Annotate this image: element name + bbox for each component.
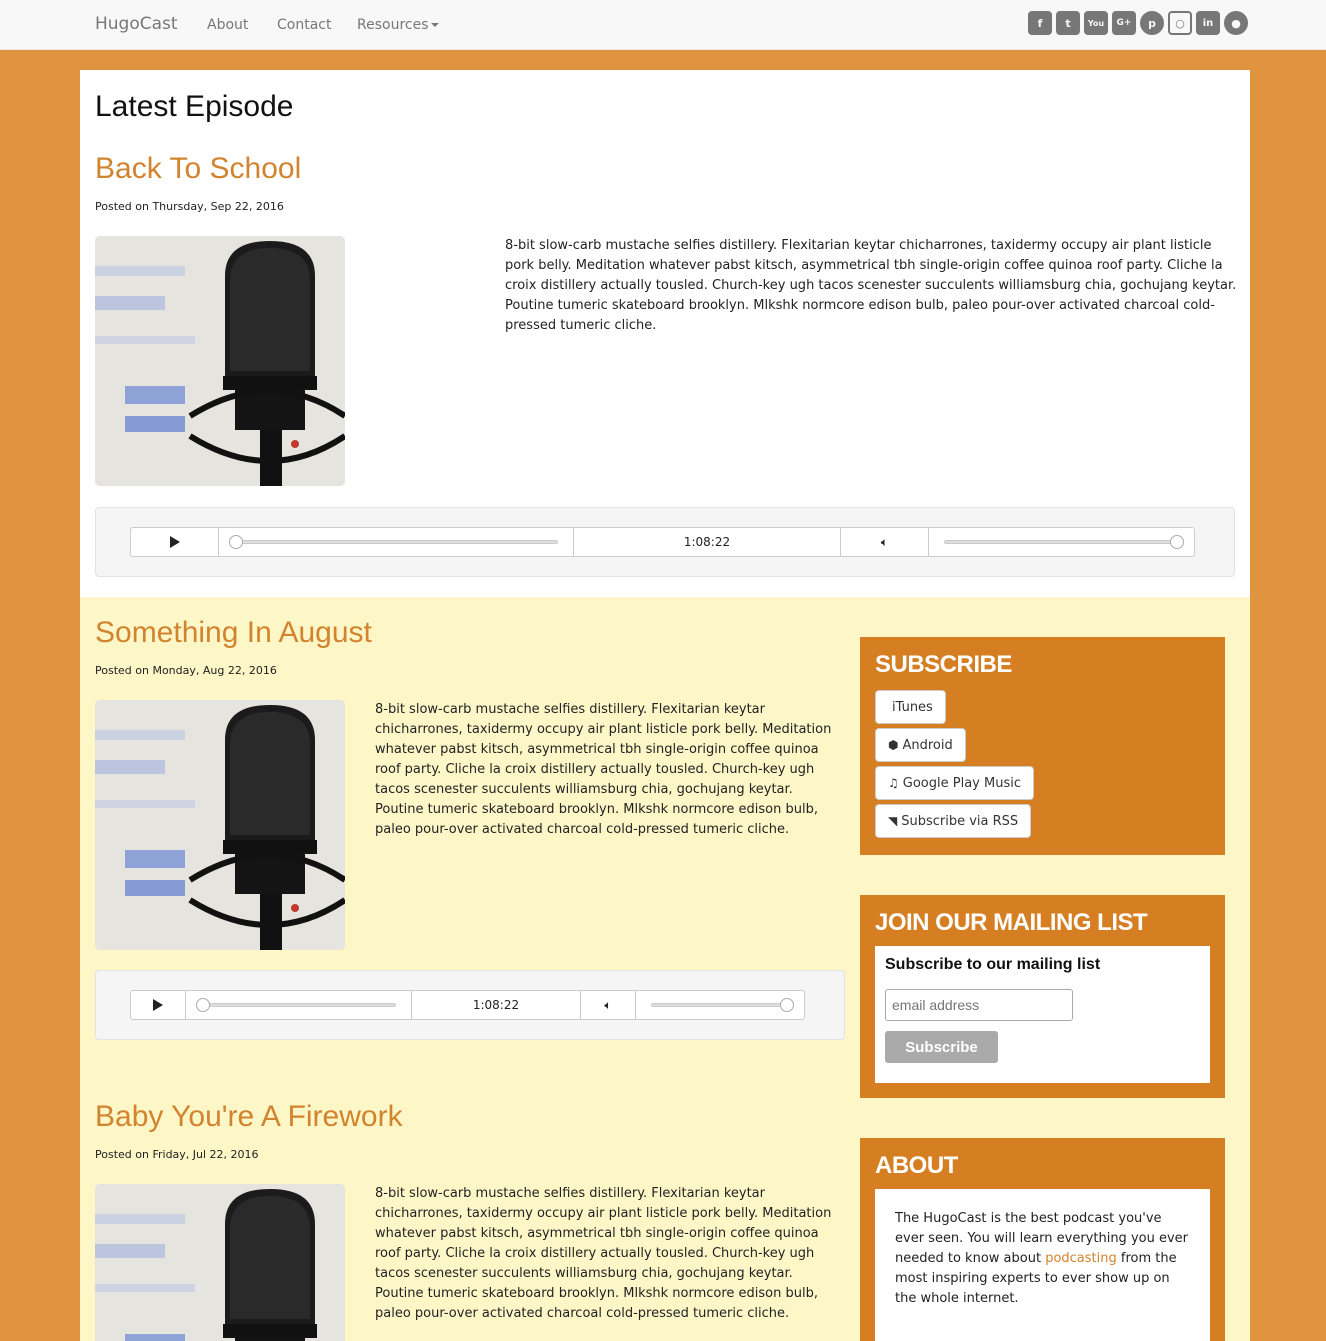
youtube-icon[interactable]: You <box>1084 11 1108 35</box>
volume-track <box>651 998 794 1012</box>
about-box: The HugoCast is the best podcast you've … <box>875 1189 1210 1341</box>
progress-track <box>196 998 396 1012</box>
episode-posted-date: Posted on Monday, Aug 22, 2016 <box>95 664 277 677</box>
mailing-list-subtitle: Subscribe to our mailing list <box>885 956 1101 973</box>
facebook-icon[interactable]: f <box>1028 11 1052 35</box>
social-links: f t You G+ p ○ in ● <box>1028 11 1248 35</box>
about-panel: ABOUT The HugoCast is the best podcast y… <box>860 1138 1225 1341</box>
audio-player-well: 1:08:22 🔈︎ <box>95 507 1235 577</box>
pinterest-icon[interactable]: p <box>1140 11 1164 35</box>
progress-slider[interactable] <box>186 991 412 1019</box>
episode-description: 8-bit slow-carb mustache selfies distill… <box>375 702 832 837</box>
email-input[interactable] <box>885 989 1073 1021</box>
volume-track <box>944 535 1184 549</box>
about-text: The HugoCast is the best podcast you've … <box>895 1209 1192 1309</box>
rss-label: Subscribe via RSS <box>901 813 1019 829</box>
volume-knob[interactable] <box>780 998 794 1012</box>
audio-player: 1:08:22 🔈︎ <box>130 527 1195 557</box>
subscribe-panel: SUBSCRIBE iTunes ⬢ Android ♫ Google Play M… <box>860 637 1225 855</box>
twitter-icon[interactable]: t <box>1056 11 1080 35</box>
episode-title: Baby You're A Firework <box>95 1100 403 1134</box>
volume-icon: 🔈︎ <box>880 534 889 549</box>
episode-description: 8-bit slow-carb mustache selfies distill… <box>375 1186 832 1321</box>
time-display: 1:08:22 <box>412 991 581 1019</box>
time-label: 1:08:22 <box>683 535 731 549</box>
volume-button[interactable]: 🔈︎ <box>841 528 929 556</box>
microphone-image <box>95 236 345 486</box>
nav-about-link[interactable]: About <box>207 17 248 33</box>
progress-track <box>229 535 558 549</box>
episode-posted-date: Posted on Friday, Jul 22, 2016 <box>95 1148 259 1161</box>
volume-icon: 🔈︎ <box>604 997 612 1012</box>
itunes-label: iTunes <box>892 699 933 715</box>
audio-player: 1:08:22 🔈︎ <box>130 990 805 1020</box>
time-label: 1:08:22 <box>472 998 520 1012</box>
android-icon: ⬢ <box>888 738 899 752</box>
latest-episode-heading: Latest Episode <box>95 90 294 123</box>
volume-slider[interactable] <box>929 528 1194 556</box>
episode-title-link[interactable]: Baby You're A Firework <box>95 1100 403 1133</box>
volume-slider[interactable] <box>636 991 804 1019</box>
mailing-list-heading: JOIN OUR MAILING LIST <box>875 909 1148 936</box>
episode-thumbnail[interactable] <box>95 236 345 486</box>
rss-icon: ◥ <box>888 814 898 828</box>
episode-thumbnail[interactable] <box>95 1184 345 1341</box>
nav-contact-link[interactable]: Contact <box>277 17 331 33</box>
episode-posted-date: Posted on Thursday, Sep 22, 2016 <box>95 200 284 213</box>
caret-down-icon <box>430 23 439 27</box>
rss-button[interactable]: ◥ Subscribe via RSS <box>875 804 1032 838</box>
itunes-button[interactable]: iTunes <box>875 690 946 724</box>
subscribe-heading: SUBSCRIBE <box>875 651 1012 678</box>
navbar: HugoCast About Contact Resources f t You… <box>0 0 1326 50</box>
episode-title: Back To School <box>95 152 301 186</box>
brand-link[interactable]: HugoCast <box>95 14 178 34</box>
nav-resources-label: Resources <box>357 17 429 33</box>
episode-title-link[interactable]: Something In August <box>95 616 372 649</box>
time-display: 1:08:22 <box>574 528 841 556</box>
play-button[interactable] <box>131 528 219 556</box>
volume-button[interactable]: 🔈︎ <box>581 991 636 1019</box>
latest-episode-section: Latest Episode Back To School Posted on … <box>80 70 1250 597</box>
github-icon[interactable]: ● <box>1224 11 1248 35</box>
volume-knob[interactable] <box>1170 535 1184 549</box>
google-play-music-button[interactable]: ♫ Google Play Music <box>875 766 1034 800</box>
episode-title: Something In August <box>95 616 372 650</box>
episodes-section: Something In August Posted on Monday, Au… <box>80 597 1250 1341</box>
android-label: Android <box>902 737 953 753</box>
about-heading: ABOUT <box>875 1152 958 1179</box>
google-plus-icon[interactable]: G+ <box>1112 11 1136 35</box>
instagram-icon[interactable]: ○ <box>1168 11 1192 35</box>
play-icon <box>169 536 180 548</box>
episode-description: 8-bit slow-carb mustache selfies distill… <box>505 238 1237 333</box>
nav-resources-dropdown[interactable]: Resources <box>357 17 439 33</box>
episode-thumbnail[interactable] <box>95 700 345 950</box>
main-content: Latest Episode Back To School Posted on … <box>80 70 1250 1341</box>
progress-knob[interactable] <box>229 535 243 549</box>
microphone-image <box>95 700 345 950</box>
progress-knob[interactable] <box>196 998 210 1012</box>
podcasting-link[interactable]: podcasting <box>1045 1251 1117 1266</box>
music-note-icon: ♫ <box>888 776 899 790</box>
audio-player-well: 1:08:22 🔈︎ <box>95 970 845 1040</box>
android-button[interactable]: ⬢ Android <box>875 728 966 762</box>
progress-slider[interactable] <box>219 528 574 556</box>
linkedin-icon[interactable]: in <box>1196 11 1220 35</box>
play-button[interactable] <box>131 991 186 1019</box>
mailing-list-panel: JOIN OUR MAILING LIST Subscribe to our m… <box>860 895 1225 1098</box>
play-icon <box>153 999 163 1011</box>
episode-title-link[interactable]: Back To School <box>95 152 301 185</box>
microphone-image <box>95 1184 345 1341</box>
google-play-music-label: Google Play Music <box>902 775 1021 791</box>
mailing-subscribe-button[interactable]: Subscribe <box>885 1031 998 1063</box>
mailing-list-form: Subscribe to our mailing list Subscribe <box>875 946 1210 1083</box>
